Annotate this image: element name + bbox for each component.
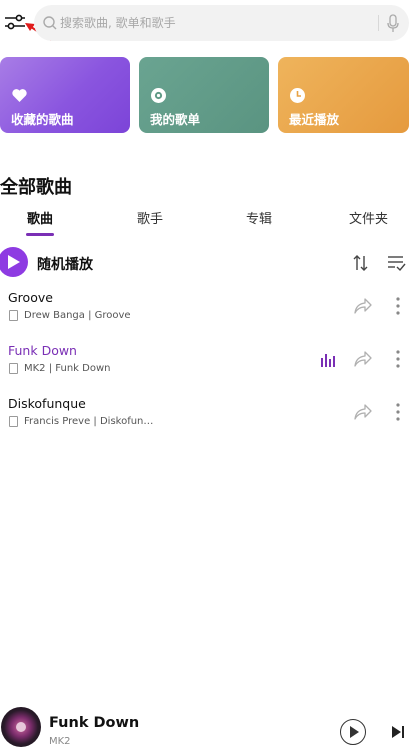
phone-storage-icon xyxy=(9,363,18,374)
section-title: 全部歌曲 xyxy=(0,177,72,198)
my-playlists-label: 我的歌单 xyxy=(150,112,201,127)
mini-player[interactable]: Funk Down MK2 xyxy=(0,703,416,751)
favorites-card[interactable]: 收藏的歌曲 xyxy=(0,57,130,133)
disc-icon xyxy=(151,88,166,103)
song-title: Groove xyxy=(8,290,53,305)
shuffle-play-label[interactable]: 随机播放 xyxy=(37,254,93,274)
multi-select-icon[interactable] xyxy=(386,254,406,272)
clock-icon xyxy=(290,88,305,103)
tab-albums[interactable]: 专辑 xyxy=(246,208,272,227)
song-row[interactable]: Diskofunque Francis Preve | Diskofun… xyxy=(0,396,416,448)
song-meta: Francis Preve | Diskofun… xyxy=(24,416,154,427)
shortcut-cards: 收藏的歌曲 我的歌单 最近播放 xyxy=(0,57,416,133)
category-tabs: 歌曲 歌手 专辑 文件夹 xyxy=(0,206,416,236)
phone-storage-icon xyxy=(9,310,18,321)
favorites-label: 收藏的歌曲 xyxy=(11,112,74,127)
disc-center xyxy=(16,722,26,732)
now-playing-artist: MK2 xyxy=(49,736,71,747)
next-track-icon[interactable] xyxy=(390,724,406,740)
share-icon[interactable] xyxy=(353,297,373,315)
active-tab-indicator xyxy=(26,233,54,236)
heart-icon xyxy=(12,89,27,102)
song-title: Funk Down xyxy=(8,343,77,358)
song-title: Diskofunque xyxy=(8,396,86,411)
play-pause-button[interactable] xyxy=(340,719,366,745)
share-icon[interactable] xyxy=(353,403,373,421)
shuffle-play-row: 随机播放 xyxy=(0,246,416,280)
tab-songs[interactable]: 歌曲 xyxy=(27,208,53,227)
tab-folders[interactable]: 文件夹 xyxy=(349,208,388,227)
search-bar[interactable] xyxy=(34,5,409,41)
search-icon xyxy=(43,16,57,30)
recently-played-label: 最近播放 xyxy=(289,112,340,127)
top-bar xyxy=(0,0,416,46)
share-icon[interactable] xyxy=(353,350,373,368)
song-meta: MK2 | Funk Down xyxy=(24,363,111,374)
song-meta: Drew Banga | Groove xyxy=(24,310,131,321)
song-row[interactable]: Funk Down MK2 | Funk Down xyxy=(0,343,416,395)
tab-artists[interactable]: 歌手 xyxy=(137,208,163,227)
my-playlists-card[interactable]: 我的歌单 xyxy=(139,57,269,133)
shuffle-play-button[interactable] xyxy=(0,247,28,277)
more-options-icon[interactable] xyxy=(394,349,402,369)
recently-played-card[interactable]: 最近播放 xyxy=(278,57,409,133)
search-divider xyxy=(378,15,379,31)
search-input[interactable] xyxy=(60,11,360,35)
album-art-disc[interactable] xyxy=(1,707,41,747)
more-options-icon[interactable] xyxy=(394,296,402,316)
microphone-icon[interactable] xyxy=(386,14,400,33)
play-icon xyxy=(350,726,359,738)
more-options-icon[interactable] xyxy=(394,402,402,422)
now-playing-bars-icon xyxy=(321,354,335,367)
sort-icon[interactable] xyxy=(352,254,370,272)
play-icon xyxy=(8,255,20,269)
phone-storage-icon xyxy=(9,416,18,427)
now-playing-title: Funk Down xyxy=(49,715,140,731)
song-row[interactable]: Groove Drew Banga | Groove xyxy=(0,290,416,342)
